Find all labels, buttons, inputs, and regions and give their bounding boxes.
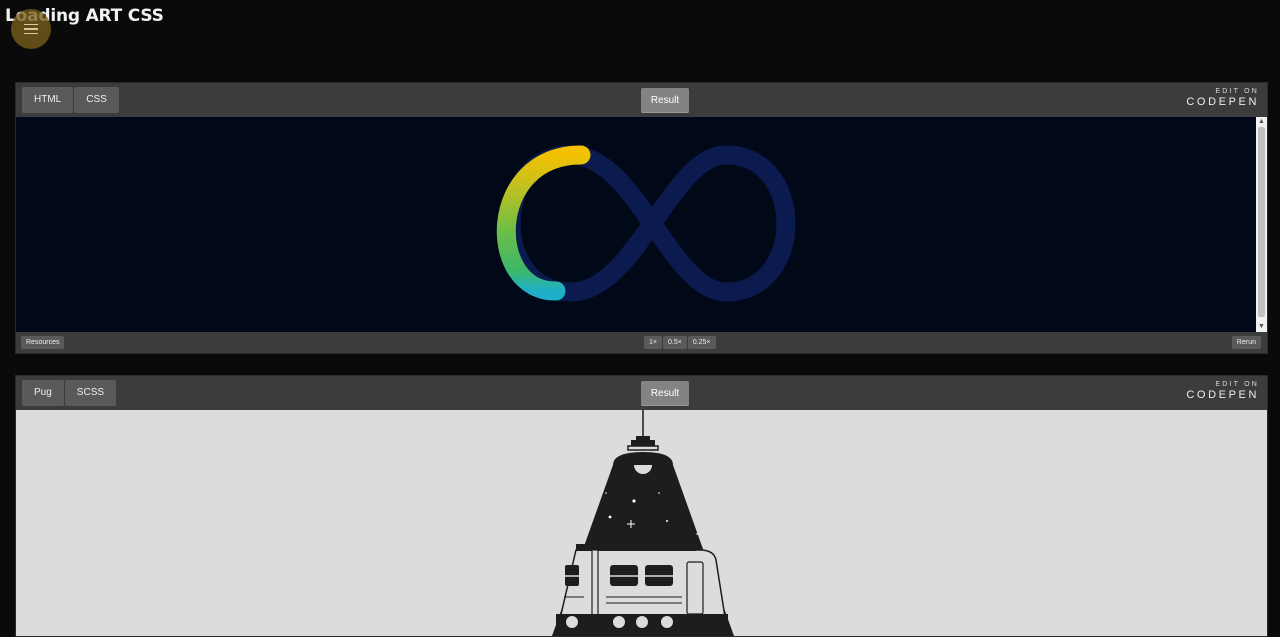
- infinity-track: [501, 145, 796, 302]
- edit-on-label: EDIT ON: [1215, 88, 1259, 95]
- result-preview: ▲ ▼: [16, 117, 1267, 332]
- codepen-logo: CODEPEN: [1186, 389, 1259, 401]
- edit-on-codepen-link[interactable]: EDIT ON CODEPEN: [1186, 88, 1259, 108]
- embed-header: Pug SCSS Result EDIT ON CODEPEN: [16, 376, 1267, 410]
- scroll-up-arrow-icon[interactable]: ▲: [1256, 117, 1267, 127]
- tab-result[interactable]: Result: [641, 88, 689, 113]
- embed-footer: Resources 1× 0.5× 0.25× Rerun: [16, 332, 1267, 353]
- tab-result[interactable]: Result: [641, 381, 689, 406]
- lamp-train-art: [552, 410, 734, 636]
- codepen-logo: CODEPEN: [1186, 96, 1259, 108]
- zoom-controls: 1× 0.5× 0.25×: [644, 336, 716, 349]
- tab-scss[interactable]: SCSS: [64, 380, 117, 406]
- preview-scrollbar[interactable]: ▲ ▼: [1256, 117, 1267, 332]
- edit-on-label: EDIT ON: [1215, 381, 1259, 388]
- zoom-half-button[interactable]: 0.5×: [662, 336, 687, 349]
- codepen-embed-infinity: HTML CSS Result EDIT ON CODEPEN ▲ ▼ Reso…: [15, 82, 1268, 354]
- zoom-1x-button[interactable]: 1×: [644, 336, 662, 349]
- embed-header: HTML CSS Result EDIT ON CODEPEN: [16, 83, 1267, 117]
- editor-tabs: Pug SCSS: [22, 380, 117, 406]
- hamburger-icon-bar: [24, 32, 38, 35]
- result-preview: [16, 410, 1267, 636]
- infinity-loader-art: [496, 145, 796, 302]
- menu-button[interactable]: [11, 9, 51, 49]
- tab-html[interactable]: HTML: [22, 87, 74, 113]
- scroll-down-arrow-icon[interactable]: ▼: [1256, 322, 1267, 332]
- scroll-thumb[interactable]: [1258, 127, 1265, 317]
- hamburger-icon-bar: [24, 28, 38, 30]
- tab-pug[interactable]: Pug: [22, 380, 64, 406]
- rerun-button[interactable]: Rerun: [1231, 336, 1261, 349]
- resources-button[interactable]: Resources: [21, 336, 65, 349]
- zoom-quarter-button[interactable]: 0.25×: [687, 336, 716, 349]
- hamburger-icon-bar: [24, 23, 38, 26]
- edit-on-codepen-link[interactable]: EDIT ON CODEPEN: [1186, 381, 1259, 401]
- editor-tabs: HTML CSS: [22, 87, 119, 113]
- tab-css[interactable]: CSS: [74, 87, 119, 113]
- codepen-embed-lamp-train: Pug SCSS Result EDIT ON CODEPEN: [15, 375, 1268, 637]
